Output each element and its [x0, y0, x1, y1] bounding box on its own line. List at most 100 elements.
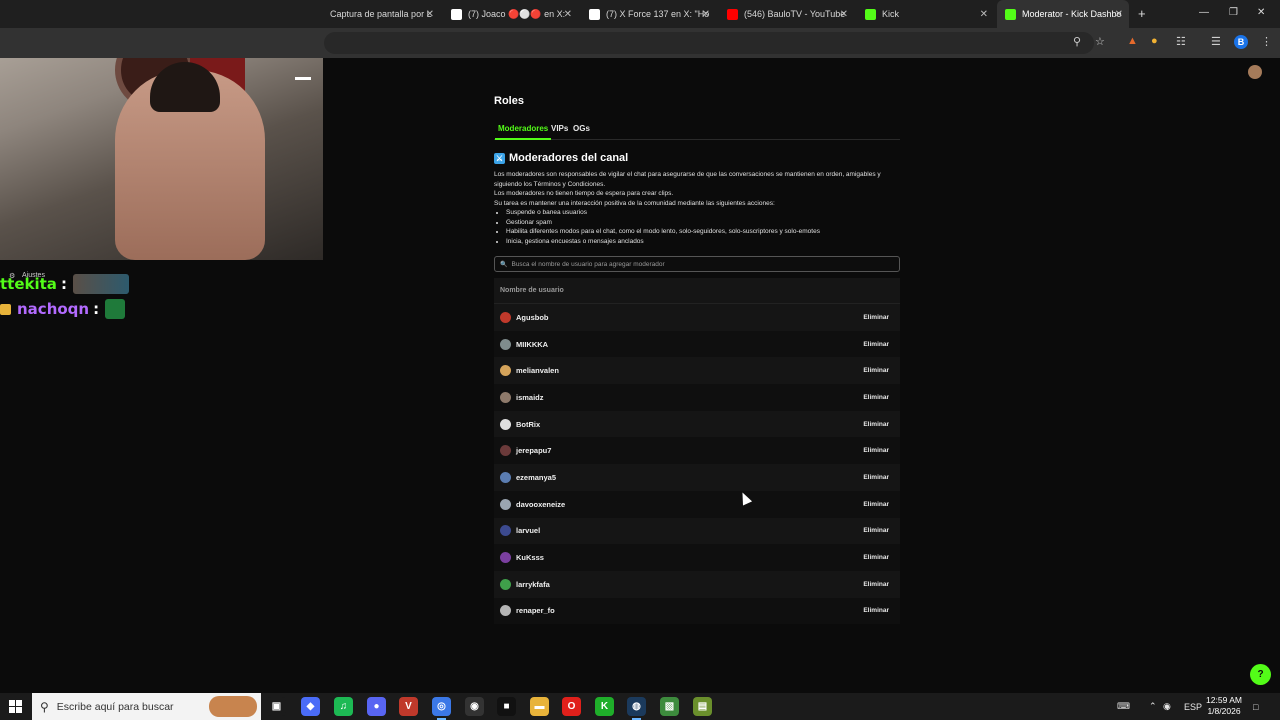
notifications-icon[interactable]: □: [1253, 693, 1258, 720]
roles-tabs: Moderadores VIPs OGs: [494, 124, 900, 140]
tab-vips[interactable]: VIPs: [548, 124, 571, 140]
windows-start-icon[interactable]: [9, 700, 22, 713]
browser-tab[interactable]: (7) Joaco 🔴⚪🔴 en X: ✕: [443, 0, 578, 28]
youtube-icon: [727, 8, 738, 20]
close-tab-icon[interactable]: ✕: [702, 9, 710, 20]
spotify-icon[interactable]: ♫: [334, 697, 353, 716]
search-icon: 🔍: [500, 261, 508, 268]
keyboard-icon[interactable]: ⌨: [1117, 693, 1130, 720]
tab-title: Moderator - Kick Dashbo: [1022, 9, 1122, 19]
moderator-username[interactable]: melianvalen: [516, 366, 559, 375]
tab-moderadores[interactable]: Moderadores: [495, 124, 552, 140]
close-tab-icon[interactable]: ✕: [564, 9, 572, 20]
browser-tab[interactable]: (546) BauloTV - YouTube ✕: [719, 0, 854, 28]
remove-moderator-button[interactable]: Eliminar: [863, 394, 889, 401]
action-item: Habilita diferentes modos para el chat, …: [506, 227, 900, 237]
chat-message: ttekita :: [0, 274, 129, 294]
moderator-username[interactable]: Agusbob: [516, 313, 549, 322]
file-explorer-icon[interactable]: ▬: [530, 697, 549, 716]
extensions-puzzle-icon[interactable]: ☷: [1176, 35, 1186, 48]
bookmark-star-icon[interactable]: ☆: [1095, 35, 1105, 48]
moderator-description: Los moderadores son responsables de vigi…: [494, 170, 900, 246]
moderator-sword-icon: ⚔: [494, 152, 505, 164]
browser-tab[interactable]: Moderator - Kick Dashbo ✕: [997, 0, 1129, 28]
description-line: Los moderadores son responsables de vigi…: [494, 171, 881, 188]
moderator-username[interactable]: larrykfafa: [516, 580, 550, 589]
restore-icon[interactable]: ❐: [1229, 7, 1238, 18]
windows-taskbar: ⚲ ▣◆♫●V◎◉■▬OK◍▧▤ ⌨ ⌃ ◉ ♪ ESP 12:59 AM 1/…: [0, 693, 1280, 720]
browser-menu-icon[interactable]: ⋮: [1261, 35, 1272, 48]
chat-settings-row: ⚙ Ajustes: [0, 260, 323, 280]
extension-fox-icon[interactable]: ▲: [1127, 35, 1138, 47]
remove-moderator-button[interactable]: Eliminar: [863, 421, 889, 428]
moderator-username[interactable]: MIIKKKA: [516, 340, 548, 349]
remove-moderator-button[interactable]: Eliminar: [863, 474, 889, 481]
copilot-icon[interactable]: ◆: [301, 697, 320, 716]
capcut-icon[interactable]: ■: [497, 697, 516, 716]
close-tab-icon[interactable]: ✕: [426, 9, 434, 20]
close-tab-icon[interactable]: ✕: [980, 9, 988, 20]
remove-moderator-button[interactable]: Eliminar: [863, 501, 889, 508]
system-clock[interactable]: 12:59 AM 1/8/2026: [1204, 695, 1244, 717]
remove-moderator-button[interactable]: Eliminar: [863, 314, 889, 321]
user-avatar[interactable]: [1248, 65, 1262, 79]
moderator-username[interactable]: larvuel: [516, 526, 540, 535]
browser-tab[interactable]: Captura de pantalla por L ✕: [322, 0, 440, 28]
taskbar-search-input[interactable]: [56, 700, 207, 713]
zoom-icon[interactable]: ⚲: [1073, 35, 1081, 48]
moderator-username[interactable]: renaper_fo: [516, 606, 555, 615]
remove-moderator-button[interactable]: Eliminar: [863, 581, 889, 588]
task-view-icon[interactable]: ▣: [267, 697, 286, 716]
remove-moderator-button[interactable]: Eliminar: [863, 527, 889, 534]
address-bar[interactable]: [324, 32, 1094, 54]
obs-icon[interactable]: ◉: [465, 697, 484, 716]
close-tab-icon[interactable]: ✕: [1115, 9, 1123, 20]
tab-ogs[interactable]: OGs: [570, 124, 593, 140]
browser-tab[interactable]: Kick ✕: [857, 0, 994, 28]
volume-icon[interactable]: ♪: [1166, 693, 1171, 720]
extension-color-icon[interactable]: ●: [1151, 35, 1158, 47]
moderator-username[interactable]: jerepapu7: [516, 446, 551, 455]
remove-moderator-button[interactable]: Eliminar: [863, 447, 889, 454]
moderator-row: larrykfafa Eliminar: [494, 570, 900, 598]
opera-icon[interactable]: O: [562, 697, 581, 716]
new-tab-button[interactable]: +: [1138, 6, 1146, 21]
add-moderator-search: 🔍: [494, 256, 900, 272]
remove-moderator-button[interactable]: Eliminar: [863, 367, 889, 374]
moderator-row: renaper_fo Eliminar: [494, 597, 900, 625]
avatar: [500, 311, 511, 323]
remove-moderator-button[interactable]: Eliminar: [863, 341, 889, 348]
avatar: [500, 418, 511, 430]
remove-moderator-button[interactable]: Eliminar: [863, 607, 889, 614]
moderator-username[interactable]: ismaidz: [516, 393, 544, 402]
search-icon: ⚲: [40, 699, 49, 714]
x-icon: [451, 8, 462, 20]
browser-tab[interactable]: (7) X Force 137 en X: "Ho ✕: [581, 0, 716, 28]
browser-toolbar: [0, 28, 1280, 58]
moderator-username[interactable]: KuKsss: [516, 553, 544, 562]
taskbar-search[interactable]: ⚲: [32, 693, 261, 720]
voicemeeter-icon[interactable]: V: [399, 697, 418, 716]
tray-chevron-icon[interactable]: ⌃: [1149, 693, 1157, 720]
kick-icon: [865, 8, 876, 20]
add-moderator-input[interactable]: [511, 260, 892, 268]
close-window-icon[interactable]: ✕: [1257, 7, 1265, 18]
kick-icon[interactable]: K: [595, 697, 614, 716]
help-chat-button[interactable]: ?: [1250, 664, 1271, 685]
language-indicator[interactable]: ESP: [1184, 693, 1202, 720]
chrome-icon[interactable]: ◎: [432, 697, 451, 720]
close-tab-icon[interactable]: ✕: [840, 9, 848, 20]
column-header-username: Nombre de usuario: [494, 278, 900, 304]
remove-moderator-button[interactable]: Eliminar: [863, 554, 889, 561]
steam-icon[interactable]: ◍: [627, 697, 646, 720]
moderator-username[interactable]: BotRix: [516, 420, 540, 429]
tab-title: Kick: [882, 9, 900, 19]
minecraft-icon[interactable]: ▧: [660, 697, 679, 716]
moderator-username[interactable]: ezemanya5: [516, 473, 556, 482]
minimize-icon[interactable]: —: [1199, 7, 1209, 18]
game-icon[interactable]: ▤: [693, 697, 712, 716]
moderator-username[interactable]: davooxeneize: [516, 500, 565, 509]
browser-profile-avatar[interactable]: B: [1234, 35, 1248, 49]
media-control-icon[interactable]: ☰: [1211, 35, 1221, 48]
discord-icon[interactable]: ●: [367, 697, 386, 716]
